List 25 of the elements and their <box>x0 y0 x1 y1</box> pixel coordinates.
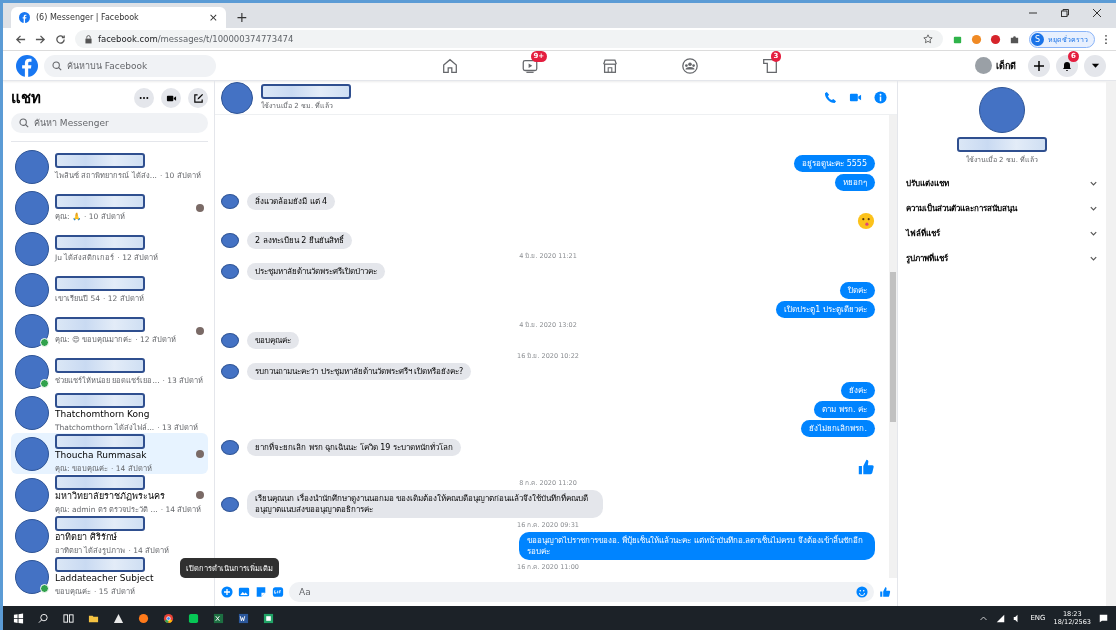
outgoing-message: อยู่รอดูนะคะ 5555 <box>794 155 875 172</box>
contact-name: มหาวิทยาลัยราชภัฏพระนคร <box>55 490 166 502</box>
incoming-message: สิ่งแวดล้อมยังมี แต่ 4 <box>247 193 336 210</box>
incoming-message: ประชุมหาลัยด้านวัดพระศรีเปิดป่าวคะ <box>247 263 385 280</box>
user-name: เด็กดี <box>996 58 1016 73</box>
profile-avatar: S <box>1031 32 1044 46</box>
outgoing-message: ยังค่ะ <box>841 382 875 399</box>
url-text: facebook.com/messages/t/100000374773474 <box>98 34 294 44</box>
sidebar-title: แชท <box>11 88 41 109</box>
contact-name: Thoucha Rummasak <box>55 449 148 461</box>
contact-name: Laddateacher Subject <box>55 572 155 584</box>
tab-title: (6) Messenger | Facebook <box>36 13 140 22</box>
outgoing-message: ตาม พรก. ค่ะ <box>814 401 875 418</box>
contact-name: อาทิตยา ศิริรักษ์ <box>55 531 118 543</box>
outgoing-message: ปิดค่ะ <box>840 282 875 299</box>
incoming-message: ยากที่จะยกเลิก พรก ฉุกเฉินนะ โควิด 19 ระบาดหนักทั่วโลก <box>247 439 461 456</box>
outgoing-message: เปิดประตู1 ประตูเดียวค่ะ <box>776 301 875 318</box>
outgoing-message: ยังไม่ยกเลิกพรก. <box>801 420 875 437</box>
contact-name: Thatchomthorn Kong <box>55 408 151 420</box>
outgoing-message: ขออนุญาตไปราชการของอ. พี่ปุ้ยเซ็นให้แล้วนะคะ แต่หน้าบันทึกอ.ลดาเซ็นไม่ครบ จึงต้องเข้าลิ้นชักอีกรอบค่ะ <box>519 532 875 560</box>
incoming-message: รบกวนถามนะคะว่า ประชุมหาลัยด้านวัดพระศรีฯ เปิดหรือยังคะ? <box>247 363 472 380</box>
incoming-message: ขอบคุณค่ะ <box>247 332 299 349</box>
outgoing-message: หยอกๆ <box>835 174 875 191</box>
incoming-message: 2 ลงทะเบียน 2 ยืนยันสิทธิ์ <box>247 232 352 249</box>
incoming-message: เรียนคุณนก เรื่องนำนักศึกษาดูงานนอกมอ ของเดิมต้องให้คณบดีอนุญาตก่อนแล้วจึงใช้บันทึกที่คณบดีอนุญาตแนบส่งขออนุญาตอธิการค่ะ <box>247 490 603 518</box>
